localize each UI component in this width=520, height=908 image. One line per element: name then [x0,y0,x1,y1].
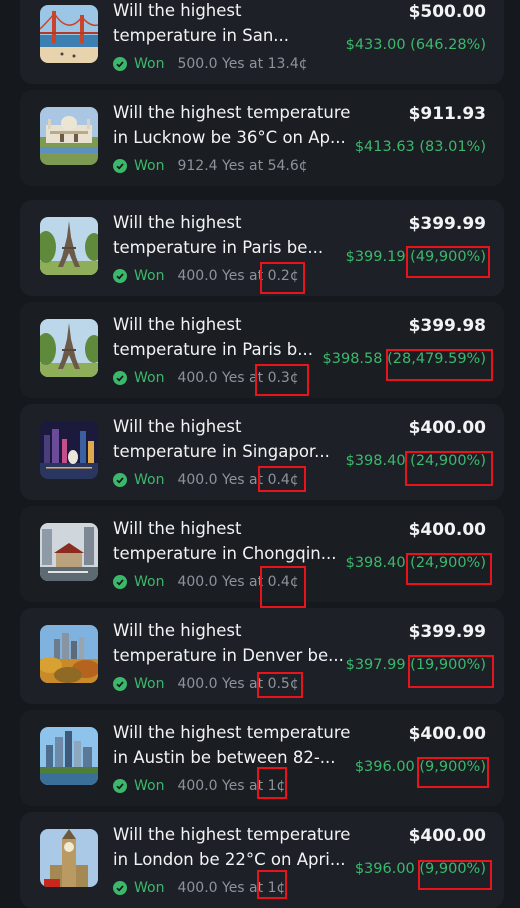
check-circle-icon [113,881,127,895]
highlight-box [257,767,287,799]
eiffel-tower-thumbnail [40,319,98,377]
austin-skyline-thumbnail [40,727,98,785]
won-label: Won [134,158,165,174]
golden-gate-bridge-thumbnail [40,5,98,63]
shares-text: 500.0 Yes at 13.4¢ [177,56,308,72]
check-circle-icon [113,371,127,385]
position-value: $911.93 [408,104,486,124]
market-title[interactable]: Will the highest temperature in Paris be… [113,210,353,260]
eiffel-tower-thumbnail [40,217,98,275]
highlight-box [260,566,306,608]
denver-thumbnail [40,625,98,683]
won-label: Won [134,880,165,896]
check-circle-icon [113,269,127,283]
highlight-box [257,672,303,698]
position-pnl: $433.00 (646.28%) [345,37,486,53]
check-circle-icon [113,159,127,173]
highlight-box [418,860,492,890]
lucknow-palace-thumbnail [40,107,98,165]
position-row[interactable]: Will the highest temperature in San... W… [20,0,504,84]
highlight-box [417,757,489,788]
market-title[interactable]: Will the highest temperature in Denver b… [113,618,353,668]
won-label: Won [134,574,165,590]
highlight-box [406,553,492,585]
chongqing-thumbnail [40,523,98,581]
highlight-box [255,364,309,396]
won-label: Won [134,472,165,488]
position-value: $399.99 [408,214,486,234]
shares-text: 912.4 Yes at 54.6¢ [177,158,308,174]
won-label: Won [134,268,165,284]
check-circle-icon [113,677,127,691]
won-label: Won [134,56,165,72]
position-value: $400.00 [408,418,486,438]
position-status: Won 912.4 Yes at 54.6¢ [113,156,308,176]
check-circle-icon [113,57,127,71]
position-value: $399.99 [408,622,486,642]
market-title[interactable]: Will the highest temperature in Lucknow … [113,100,353,150]
check-circle-icon [113,575,127,589]
check-circle-icon [113,779,127,793]
highlight-box [405,451,493,486]
market-title[interactable]: Will the highest temperature in London b… [113,822,353,872]
market-title[interactable]: Will the highest temperature in Chongqin… [113,516,353,566]
market-title[interactable]: Will the highest temperature in Singapor… [113,414,353,464]
position-value: $400.00 [408,826,486,846]
highlight-box [258,466,306,492]
market-title[interactable]: Will the highest temperature in Austin b… [113,720,353,770]
position-value: $399.98 [408,316,486,336]
won-label: Won [134,370,165,386]
highlight-box [257,870,287,899]
position-value: $400.00 [408,520,486,540]
position-row[interactable]: Will the highest temperature in Lucknow … [20,90,504,186]
highlight-box [260,262,305,294]
big-ben-thumbnail [40,829,98,887]
highlight-box [386,349,493,381]
position-status: Won 500.0 Yes at 13.4¢ [113,54,308,74]
position-value: $400.00 [408,724,486,744]
position-value: $500.00 [408,2,486,22]
market-title[interactable]: Will the highest temperature in Paris b.… [113,312,353,362]
market-title[interactable]: Will the highest temperature in San... [113,0,353,48]
position-pnl: $413.63 (83.01%) [354,139,486,155]
won-label: Won [134,778,165,794]
check-circle-icon [113,473,127,487]
won-label: Won [134,676,165,692]
highlight-box [408,655,494,688]
singapore-skyline-thumbnail [40,421,98,479]
highlight-box [406,246,490,278]
